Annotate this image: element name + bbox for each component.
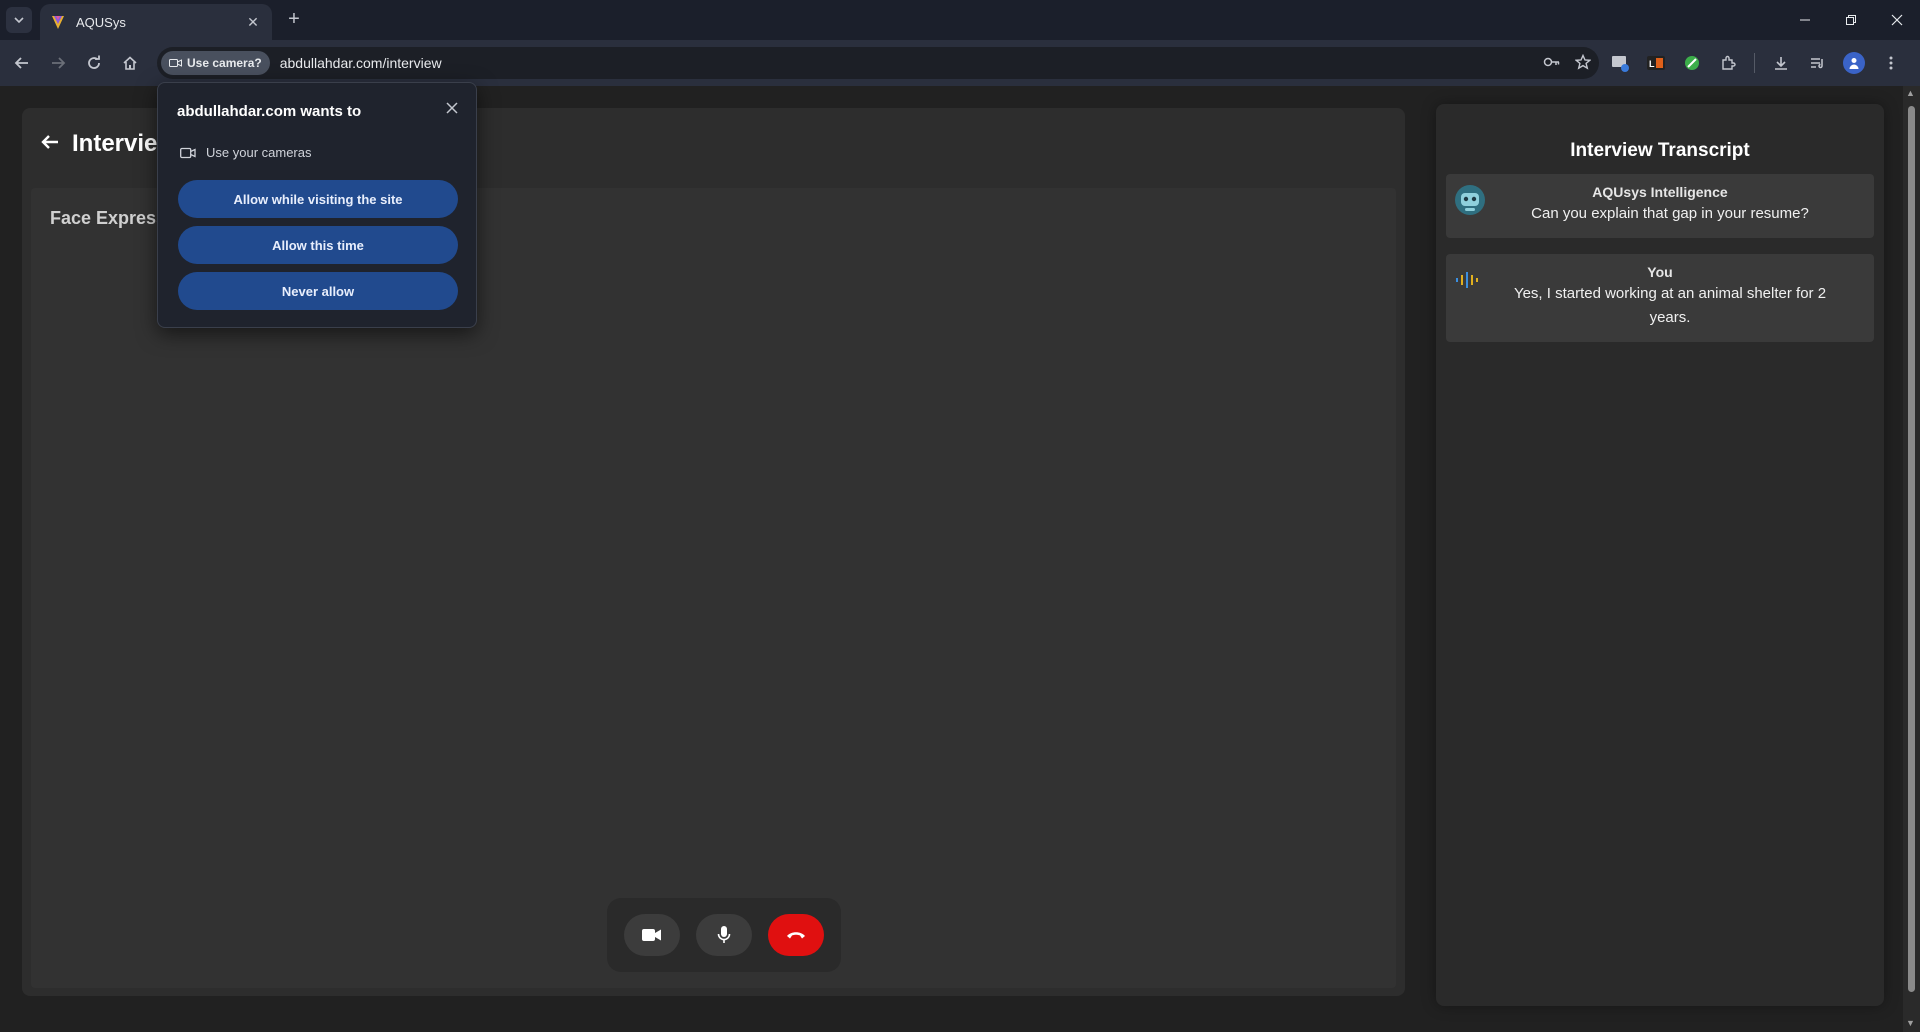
- permission-request: Use your cameras: [180, 145, 311, 160]
- browser-toolbar: Use camera? abdullahdar.com/interview L: [0, 40, 1920, 86]
- close-icon: [1891, 14, 1903, 26]
- camera-toggle-button[interactable]: [624, 914, 680, 956]
- lh-extension-icon[interactable]: L: [1646, 53, 1666, 73]
- camera-permission-popup: abdullahdar.com wants to Use your camera…: [157, 82, 477, 328]
- camera-permission-chip[interactable]: Use camera?: [161, 51, 270, 75]
- bookmark-star-icon[interactable]: [1574, 53, 1592, 73]
- person-icon: [1849, 58, 1859, 69]
- svg-text:L: L: [1649, 59, 1655, 69]
- scroll-up-icon[interactable]: ▲: [1906, 88, 1915, 98]
- page-scrollbar[interactable]: ▲ ▼: [1903, 86, 1920, 1032]
- robot-avatar-icon: [1455, 185, 1485, 215]
- camera-icon: [169, 59, 182, 67]
- hang-up-icon: [787, 932, 805, 939]
- transcript-message: You Yes, I started working at an animal …: [1446, 254, 1874, 342]
- message-sender: You: [1647, 264, 1673, 280]
- restore-button[interactable]: [1828, 0, 1874, 40]
- video-camera-icon: [642, 929, 661, 941]
- allow-this-time-button[interactable]: Allow this time: [178, 226, 458, 264]
- minimize-button[interactable]: [1782, 0, 1828, 40]
- browser-tab-bar: AQUSys ✕ +: [0, 0, 1920, 40]
- transcript-message: AQUsys Intelligence Can you explain that…: [1446, 174, 1874, 238]
- popup-title: abdullahdar.com wants to: [177, 103, 362, 120]
- profile-avatar[interactable]: [1843, 52, 1865, 74]
- password-key-icon[interactable]: [1543, 55, 1561, 71]
- close-window-button[interactable]: [1874, 0, 1920, 40]
- address-bar[interactable]: Use camera? abdullahdar.com/interview: [157, 47, 1599, 79]
- camera-icon: [180, 147, 196, 158]
- reload-button[interactable]: [76, 45, 112, 81]
- transcript-title: Interview Transcript: [1570, 140, 1750, 161]
- forward-button[interactable]: [40, 45, 76, 81]
- home-icon: [123, 56, 137, 70]
- popup-close-icon[interactable]: [446, 101, 458, 119]
- puzzle-extensions-icon[interactable]: [1718, 53, 1738, 73]
- new-tab-button[interactable]: +: [282, 8, 306, 31]
- never-allow-button[interactable]: Never allow: [178, 272, 458, 310]
- url-text[interactable]: abdullahdar.com/interview: [280, 55, 442, 71]
- end-call-button[interactable]: [768, 914, 824, 956]
- browser-tab[interactable]: AQUSys ✕: [40, 4, 272, 40]
- microphone-icon: [717, 926, 731, 943]
- media-controls-icon[interactable]: [1807, 53, 1827, 73]
- chevron-down-icon: [14, 17, 24, 24]
- scroll-down-icon[interactable]: ▼: [1906, 1018, 1915, 1028]
- aqusys-logo-icon: [52, 16, 64, 29]
- transcript-panel: Interview Transcript AQUsys Intelligence…: [1436, 104, 1884, 1006]
- more-menu-icon[interactable]: [1881, 53, 1901, 73]
- message-text: Yes, I started working at an animal shel…: [1513, 285, 1827, 326]
- close-tab-icon[interactable]: ✕: [244, 14, 262, 31]
- face-expression-label: Face Express: [50, 208, 167, 228]
- green-leaf-extension-icon[interactable]: [1682, 53, 1702, 73]
- audio-wave-icon: [1456, 272, 1478, 288]
- reload-icon: [88, 55, 100, 69]
- forward-arrow-icon: [52, 57, 66, 69]
- extensions-area: L: [1610, 47, 1901, 79]
- home-button[interactable]: [112, 45, 148, 81]
- minimize-icon: [1800, 19, 1810, 21]
- call-controls: [607, 898, 841, 972]
- download-icon[interactable]: [1771, 53, 1791, 73]
- permission-chip-label: Use camera?: [187, 56, 262, 70]
- back-arrow-icon: [14, 57, 28, 69]
- allow-while-visiting-button[interactable]: Allow while visiting the site: [178, 180, 458, 218]
- tab-manager-extension-icon[interactable]: [1610, 53, 1630, 73]
- scrollbar-thumb[interactable]: [1908, 106, 1915, 992]
- page-title: Intervie: [72, 130, 158, 157]
- tab-title: AQUSys: [76, 14, 126, 30]
- back-link[interactable]: [40, 132, 60, 158]
- restore-icon: [1846, 15, 1856, 25]
- toolbar-divider: [1754, 53, 1755, 73]
- window-controls: [1782, 0, 1920, 40]
- microphone-toggle-button[interactable]: [696, 914, 752, 956]
- message-text: Can you explain that gap in your resume?: [1531, 205, 1809, 222]
- back-button[interactable]: [4, 45, 40, 81]
- tab-search-button[interactable]: [6, 7, 32, 33]
- message-sender: AQUsys Intelligence: [1592, 184, 1728, 200]
- permission-label: Use your cameras: [206, 145, 312, 160]
- back-arrow-icon: [41, 135, 58, 149]
